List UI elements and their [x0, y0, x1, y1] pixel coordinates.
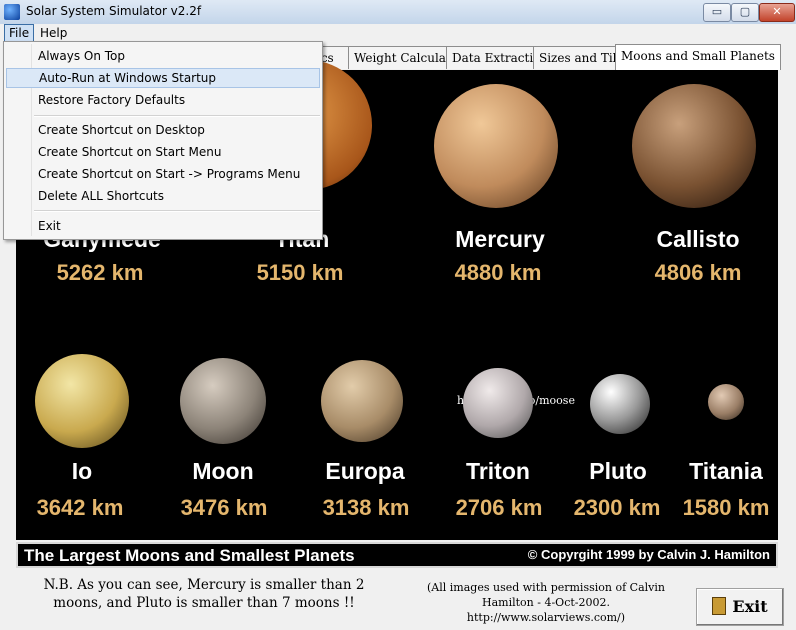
close-button[interactable]: ✕ [759, 3, 795, 22]
titania-image [708, 384, 744, 420]
footer-copyright: © Copyrgiht 1999 by Calvin J. Hamilton [527, 547, 770, 562]
minimize-button[interactable]: ▭ [703, 3, 731, 22]
footer-title: The Largest Moons and Smallest Planets [24, 546, 355, 565]
app-icon [4, 4, 20, 20]
menu-help[interactable]: Help [40, 24, 67, 42]
window-title: Solar System Simulator v2.2f [26, 4, 202, 18]
menu-item-always-on-top[interactable]: Always On Top [6, 46, 320, 66]
menu-separator [34, 210, 320, 212]
body-size: 4880 km [454, 260, 542, 285]
permission-text: (All images used with permission of Calv… [427, 581, 665, 624]
menu-item-shortcut-start-menu[interactable]: Create Shortcut on Start Menu [6, 142, 320, 162]
body-size: 3476 km [180, 495, 268, 520]
tab-moons-and-small-planets[interactable]: Moons and Small Planets [615, 44, 781, 70]
body-size: 5262 km [56, 260, 144, 285]
pluto-image [590, 374, 650, 434]
callisto-image [632, 84, 756, 208]
exit-button[interactable]: Exit [696, 588, 784, 626]
file-menu-dropdown: Always On Top Auto-Run at Windows Startu… [3, 41, 323, 240]
maximize-button[interactable]: ▢ [731, 3, 759, 22]
moon-image [180, 358, 266, 444]
io-image [35, 354, 129, 448]
body-size: 4806 km [654, 260, 742, 285]
body-size: 1580 km [682, 495, 770, 520]
body-size: 5150 km [256, 260, 344, 285]
menu-item-shortcut-programs[interactable]: Create Shortcut on Start -> Programs Men… [6, 164, 320, 184]
menu-item-delete-shortcuts[interactable]: Delete ALL Shortcuts [6, 186, 320, 206]
menu-separator [34, 115, 320, 117]
menu-item-shortcut-desktop[interactable]: Create Shortcut on Desktop [6, 120, 320, 140]
mercury-image [434, 84, 558, 208]
door-icon [712, 597, 727, 615]
body-name: Callisto [656, 226, 740, 252]
body-name: Titania [689, 458, 763, 484]
title-bar: Solar System Simulator v2.2f ▭ ▢ ✕ [0, 0, 796, 25]
menu-item-auto-run[interactable]: Auto-Run at Windows Startup [6, 68, 320, 88]
body-name: Mercury [455, 226, 545, 252]
exit-label: Exit [732, 597, 768, 616]
menu-item-restore-defaults[interactable]: Restore Factory Defaults [6, 90, 320, 110]
europa-image [321, 360, 403, 442]
note-text: N.B. As you can see, Mercury is smaller … [43, 577, 365, 611]
body-name: Io [71, 458, 93, 484]
footer-bar: The Largest Moons and Smallest Planets ©… [16, 542, 778, 568]
triton-image [463, 368, 533, 438]
body-size: 3642 km [36, 495, 124, 520]
menu-bar: File Help [0, 24, 796, 42]
menu-item-exit[interactable]: Exit [6, 216, 320, 236]
menu-file[interactable]: File [4, 24, 35, 42]
body-name: Moon [192, 458, 254, 484]
